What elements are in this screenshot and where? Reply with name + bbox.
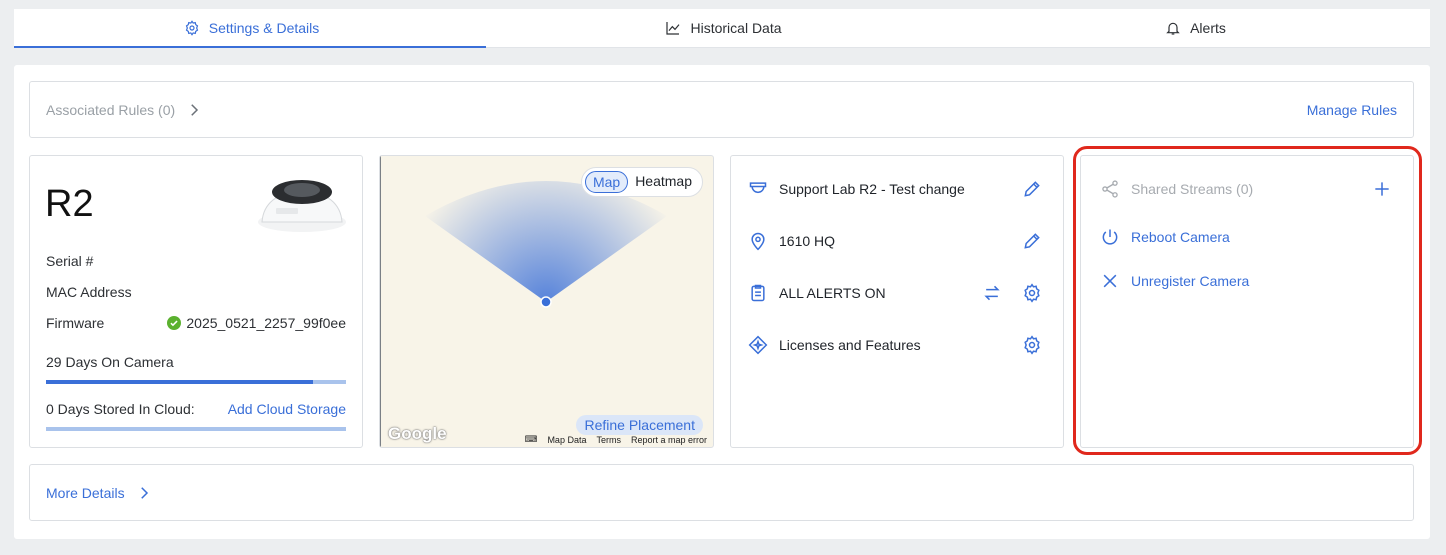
tab-bar: Settings & Details Historical Data Alert… <box>14 9 1430 48</box>
tab-label: Settings & Details <box>208 19 320 36</box>
mac-label: MAC Address <box>46 284 132 300</box>
keyboard-icon[interactable]: ⌨ <box>524 434 537 445</box>
swap-arrows-icon[interactable] <box>981 282 1003 304</box>
manage-rules-link[interactable]: Manage Rules <box>1307 102 1397 118</box>
map-data-link[interactable]: Map Data <box>547 435 586 445</box>
licenses-settings-gear-icon[interactable] <box>1021 334 1043 356</box>
map-view-toggle: Map Heatmap <box>580 167 703 197</box>
map-toggle-button[interactable]: Map <box>584 171 629 193</box>
location-row: 1610 HQ <box>747 230 1043 252</box>
cloud-storage-row: 0 Days Stored In Cloud: Add Cloud Storag… <box>46 401 346 417</box>
camera-name-row: Support Lab R2 - Test change <box>747 178 1043 200</box>
map-card[interactable]: Map Heatmap Refine Placement Google ⌨ Ma… <box>379 155 714 448</box>
associated-rules-toggle[interactable]: Associated Rules (0) <box>46 99 205 121</box>
camera-info-card: Support Lab R2 - Test change 1610 HQ ALL… <box>730 155 1064 448</box>
alerts-settings-gear-icon[interactable] <box>1021 282 1043 304</box>
diamond-star-icon <box>747 334 769 356</box>
terms-link[interactable]: Terms <box>596 435 621 445</box>
camera-full-name: Support Lab R2 - Test change <box>779 181 965 197</box>
firmware-value: 2025_0521_2257_99f0ee <box>186 315 346 331</box>
google-logo: Google <box>388 424 447 443</box>
camera-name: R2 <box>45 183 94 225</box>
chevron-right-icon <box>183 99 205 121</box>
gear-icon <box>181 17 203 39</box>
tab-settings-details[interactable]: Settings & Details <box>14 9 486 48</box>
associated-rules-label: Associated Rules (0) <box>46 101 176 118</box>
check-circle-icon <box>167 316 182 330</box>
licenses-label: Licenses and Features <box>779 337 921 353</box>
licenses-row: Licenses and Features <box>747 334 1043 356</box>
report-map-error-link[interactable]: Report a map error <box>631 435 707 445</box>
heatmap-toggle-button[interactable]: Heatmap <box>628 171 699 193</box>
refine-placement-button[interactable]: Refine Placement <box>576 415 703 435</box>
cloud-storage-bar <box>46 427 346 431</box>
days-on-camera-label: 29 Days On Camera <box>46 354 174 370</box>
highlight-annotation <box>1073 146 1422 455</box>
camera-image <box>256 172 348 234</box>
clipboard-icon <box>747 282 769 304</box>
location-pin-icon <box>747 230 769 252</box>
serial-row: Serial # <box>46 253 346 269</box>
firmware-label: Firmware <box>46 315 105 331</box>
chevron-right-icon <box>133 482 155 504</box>
firmware-row: Firmware 2025_0521_2257_99f0ee <box>46 315 346 331</box>
tab-historical-data[interactable]: Historical Data <box>486 9 958 48</box>
edit-location-pencil-icon[interactable] <box>1021 230 1043 252</box>
add-cloud-storage-link[interactable]: Add Cloud Storage <box>228 401 346 417</box>
tab-label: Historical Data <box>690 20 782 36</box>
firmware-status: 2025_0521_2257_99f0ee <box>167 315 346 331</box>
location-value: 1610 HQ <box>779 233 836 249</box>
more-details-bar[interactable]: More Details <box>29 464 1414 521</box>
alerts-status: ALL ALERTS ON <box>779 285 886 301</box>
tab-alerts[interactable]: Alerts <box>958 9 1430 48</box>
chart-line-icon <box>662 17 684 39</box>
tab-label: Alerts <box>1190 20 1226 36</box>
mac-row: MAC Address <box>46 284 346 300</box>
camera-fov-cone <box>380 156 667 447</box>
edit-name-pencil-icon[interactable] <box>1021 178 1043 200</box>
camera-card: R2 Serial # MAC Address Firmware 2025_05… <box>29 155 363 448</box>
camera-icon <box>747 178 769 200</box>
bell-icon <box>1162 17 1184 39</box>
days-in-cloud-label: 0 Days Stored In Cloud: <box>46 401 195 417</box>
map-attribution: ⌨ Map Data Terms Report a map error <box>524 434 707 445</box>
more-details-link[interactable]: More Details <box>46 485 125 501</box>
days-on-camera-row: 29 Days On Camera <box>46 354 346 370</box>
days-on-camera-bar <box>46 380 346 384</box>
days-on-camera-bar-fill <box>46 380 313 384</box>
alerts-row: ALL ALERTS ON <box>747 282 1043 304</box>
associated-rules-bar: Associated Rules (0) Manage Rules <box>29 81 1414 138</box>
serial-label: Serial # <box>46 253 94 269</box>
